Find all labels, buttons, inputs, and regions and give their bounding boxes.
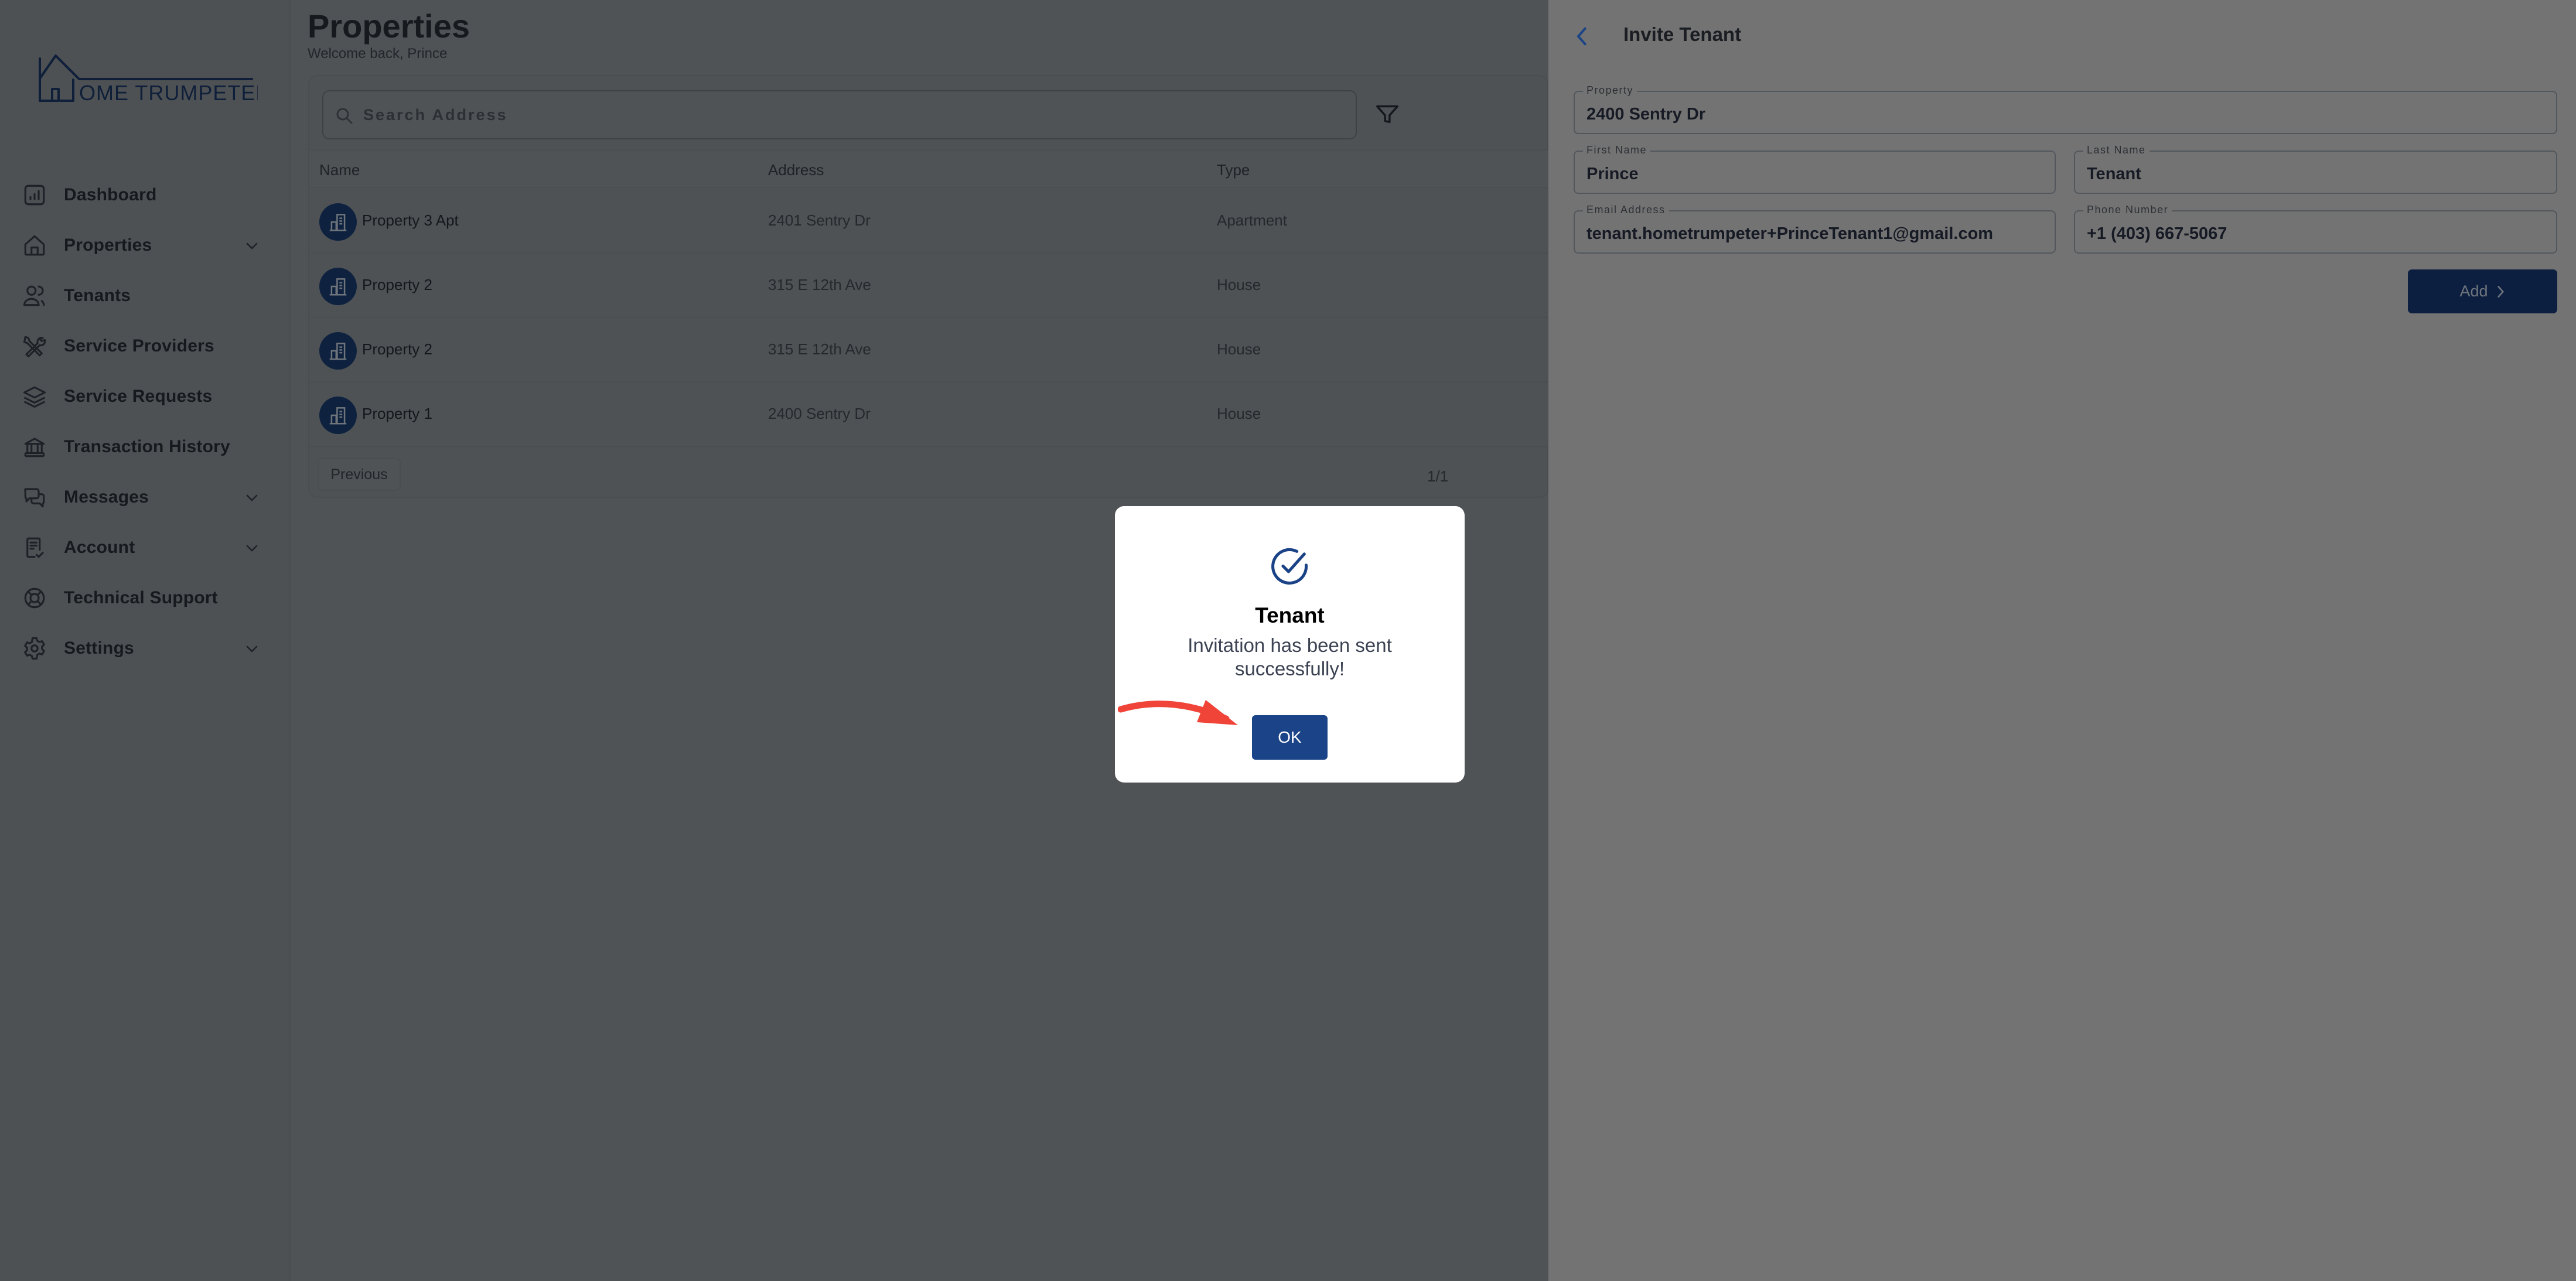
building-icon [319, 397, 357, 434]
property-address: 315 E 12th Ave [768, 276, 871, 293]
table-row[interactable]: Property 1 2400 Sentry Dr House [309, 382, 1548, 447]
sidebar-item-service-requests[interactable]: Service Requests [0, 371, 291, 422]
panel-title: Invite Tenant [1623, 23, 1742, 45]
sidebar-item-messages[interactable]: Messages [0, 472, 291, 522]
property-address: 315 E 12th Ave [768, 340, 871, 358]
sidebar-item-label: Transaction History [64, 437, 230, 456]
chevron-right-icon [2497, 285, 2504, 298]
chevron-down-icon[interactable] [243, 640, 261, 657]
page-title: Properties [308, 8, 470, 45]
property-name: Property 2 [362, 276, 432, 293]
sidebar-item-label: Messages [64, 487, 149, 507]
filter-icon[interactable] [1374, 101, 1401, 128]
first-name-field[interactable]: First Name [1574, 144, 2056, 194]
sidebar-item-label: Dashboard [64, 185, 157, 204]
sidebar-item-label: Properties [64, 235, 152, 255]
sidebar-item-technical-support[interactable]: Technical Support [0, 573, 291, 623]
add-button-label: Add [2459, 282, 2488, 300]
dashboard-chart-icon [22, 183, 47, 207]
sidebar-item-label: Service Providers [64, 336, 214, 356]
messages-icon [22, 485, 47, 510]
property-field[interactable]: Property [1574, 84, 2557, 134]
building-icon [319, 268, 357, 305]
property-name: Property 2 [362, 340, 432, 358]
layers-icon [22, 384, 47, 409]
last-name-field[interactable]: Last Name [2074, 144, 2557, 194]
email-field[interactable]: Email Address [1574, 203, 2056, 254]
field-label: Property [1583, 84, 1637, 97]
field-label: Last Name [2083, 144, 2149, 156]
sidebar-item-label: Tenants [64, 286, 131, 305]
document-check-icon [22, 535, 47, 560]
search-icon [334, 105, 355, 127]
sidebar-item-label: Account [64, 538, 135, 557]
field-label: Email Address [1583, 203, 1669, 216]
property-address: 2400 Sentry Dr [768, 405, 871, 422]
home-icon [22, 233, 47, 258]
sidebar-item-tenants[interactable]: Tenants [0, 271, 291, 321]
sidebar-item-account[interactable]: Account [0, 522, 291, 573]
annotation-arrow-icon [1118, 700, 1238, 725]
chevron-down-icon[interactable] [243, 539, 261, 556]
success-dialog: Tenant Invitation has been sent successf… [1115, 506, 1465, 783]
property-input[interactable] [1586, 103, 2544, 126]
column-header-name[interactable]: Name [319, 161, 360, 179]
chevron-down-icon[interactable] [243, 237, 261, 254]
sidebar-item-service-providers[interactable]: Service Providers [0, 321, 291, 371]
svg-text:OME TRUMPETER: OME TRUMPETER [79, 81, 258, 105]
invite-tenant-panel: Invite Tenant Property First Name Last N… [1548, 0, 2576, 1281]
gear-icon [22, 636, 47, 661]
phone-field[interactable]: Phone Number [2074, 203, 2557, 254]
tools-icon [22, 334, 47, 358]
last-name-input[interactable] [2087, 162, 2544, 186]
building-icon [319, 203, 357, 241]
ok-button[interactable]: OK [1252, 715, 1328, 760]
search-input[interactable] [363, 91, 1301, 138]
first-name-input[interactable] [1586, 162, 2043, 186]
dialog-message: Invitation has been sent successfully! [1188, 634, 1392, 679]
bank-icon [22, 435, 47, 459]
table-row[interactable]: Property 3 Apt 2401 Sentry Dr Apartment [309, 189, 1548, 254]
table-row[interactable]: Property 2 315 E 12th Ave House [309, 318, 1548, 382]
property-address: 2401 Sentry Dr [768, 211, 871, 229]
add-button[interactable]: Add [2408, 269, 2557, 313]
sidebar-item-transaction-history[interactable]: Transaction History [0, 422, 291, 472]
property-type: Apartment [1217, 211, 1287, 229]
users-icon [22, 283, 47, 308]
table-header: Name Address Type [309, 149, 1548, 188]
sidebar-item-properties[interactable]: Properties [0, 220, 291, 271]
property-name: Property 1 [362, 405, 432, 422]
email-input[interactable] [1586, 222, 2043, 245]
home-trumpeter-logo[interactable]: OME TRUMPETER [32, 54, 271, 107]
sidebar-item-label: Settings [64, 638, 134, 658]
column-header-type[interactable]: Type [1217, 161, 1250, 179]
building-icon [319, 332, 357, 370]
lifebuoy-icon [22, 586, 47, 610]
page-indicator: 1/1 [1427, 467, 1449, 485]
property-name: Property 3 Apt [362, 211, 459, 229]
property-type: House [1217, 276, 1261, 293]
house-logo-icon: OME TRUMPETER [39, 54, 271, 105]
welcome-subtitle: Welcome back, Prince [308, 46, 448, 62]
check-circle-icon [1267, 545, 1312, 589]
dialog-title: Tenant [1255, 603, 1325, 627]
search-field[interactable] [322, 90, 1357, 139]
column-header-address[interactable]: Address [768, 161, 824, 179]
chevron-down-icon[interactable] [243, 489, 261, 506]
phone-input[interactable] [2087, 222, 2544, 245]
field-label: Phone Number [2083, 203, 2172, 216]
property-type: House [1217, 405, 1261, 422]
sidebar-item-dashboard[interactable]: Dashboard [0, 170, 291, 220]
previous-page-button[interactable]: Previous [318, 458, 401, 491]
property-type: House [1217, 340, 1261, 358]
field-label: First Name [1583, 144, 1651, 156]
sidebar-item-label: Service Requests [64, 387, 213, 406]
table-pagination: Previous 1/1 [309, 450, 1548, 497]
sidebar-item-settings[interactable]: Settings [0, 623, 291, 674]
sidebar-item-label: Technical Support [64, 588, 218, 607]
back-chevron-icon[interactable] [1573, 25, 1589, 48]
table-row[interactable]: Property 2 315 E 12th Ave House [309, 254, 1548, 318]
sidebar: OME TRUMPETER Dashboard Properties Tenan… [0, 0, 291, 1281]
